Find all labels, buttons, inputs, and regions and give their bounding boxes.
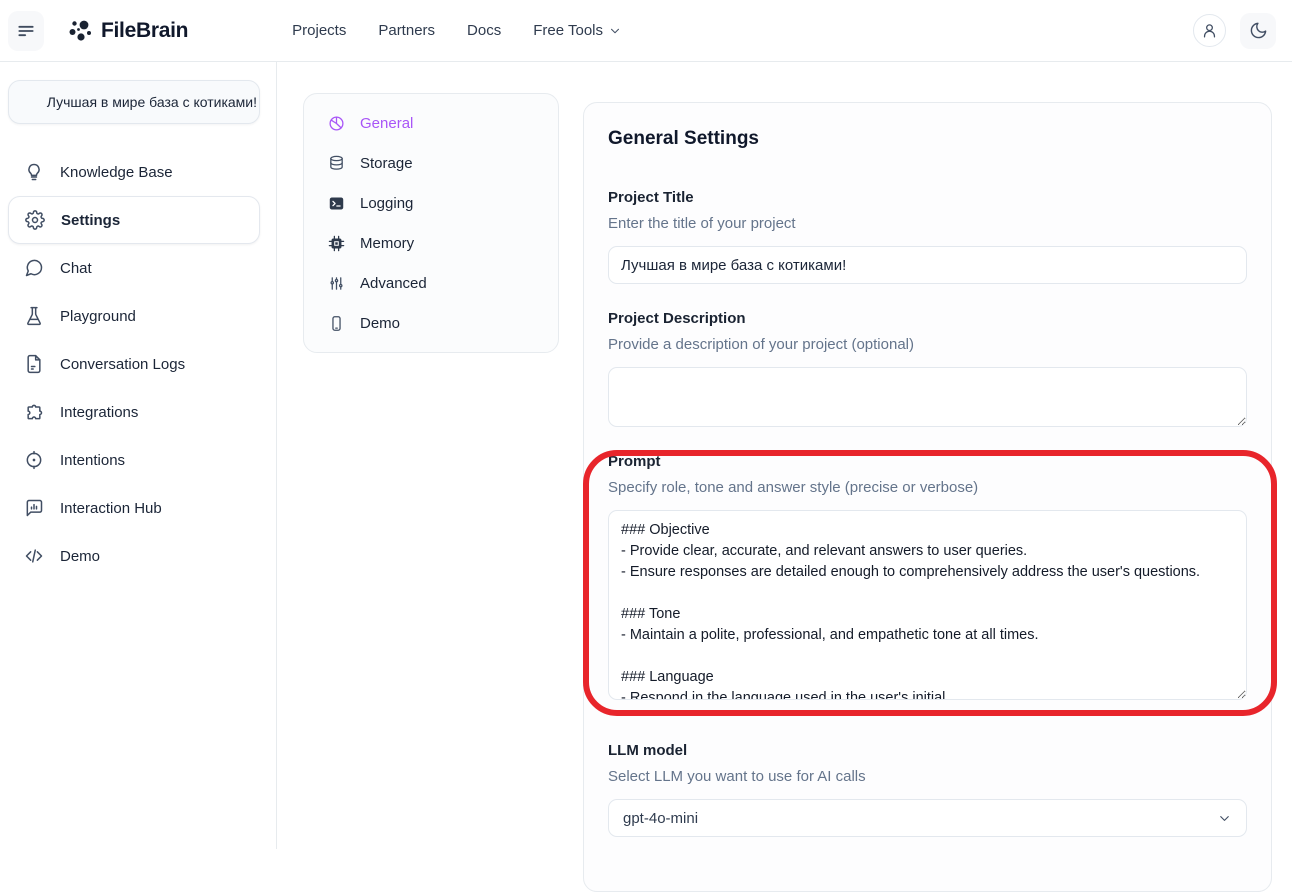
puzzle-icon	[24, 402, 44, 422]
nav-free-tools[interactable]: Free Tools	[533, 22, 622, 39]
settings-tab-general[interactable]: General	[304, 103, 558, 143]
sidebar-item-intentions[interactable]: Intentions	[8, 436, 260, 484]
user-account-button[interactable]	[1193, 14, 1226, 47]
sidebar-menu: Knowledge Base Settings Chat Playground	[0, 148, 276, 580]
chip-icon	[328, 235, 345, 252]
project-title-input[interactable]	[608, 246, 1247, 284]
sidebar: Лучшая в мире база с котиками! Knowledge…	[0, 62, 277, 849]
terminal-icon	[328, 195, 345, 212]
filebrain-logo-icon	[66, 17, 93, 44]
project-description-textarea[interactable]	[608, 367, 1247, 427]
project-title-group: Project Title Enter the title of your pr…	[608, 189, 1247, 284]
project-description-hint: Provide a description of your project (o…	[608, 335, 1247, 354]
project-description-label: Project Description	[608, 310, 1247, 328]
chevron-down-icon	[1217, 811, 1232, 826]
prompt-textarea[interactable]: ### Objective - Provide clear, accurate,…	[608, 510, 1247, 700]
sidebar-item-integrations[interactable]: Integrations	[8, 388, 260, 436]
settings-tab-demo[interactable]: Demo	[304, 303, 558, 343]
prompt-hint: Specify role, tone and answer style (pre…	[608, 478, 1247, 497]
nav-partners[interactable]: Partners	[378, 22, 435, 39]
llm-model-select[interactable]: gpt-4o-mini	[608, 799, 1247, 837]
sidebar-item-demo[interactable]: Demo	[8, 532, 260, 580]
sidebar-item-playground[interactable]: Playground	[8, 292, 260, 340]
settings-tab-logging[interactable]: Logging	[304, 183, 558, 223]
settings-subnav: General Storage Logging Memory	[303, 93, 559, 353]
flask-icon	[24, 306, 44, 326]
top-navigation: Projects Partners Docs Free Tools	[292, 22, 622, 39]
general-settings-panel: General Settings Project Title Enter the…	[583, 102, 1272, 892]
topbar: FileBrain Projects Partners Docs Free To…	[0, 0, 1292, 62]
sidebar-item-interaction-hub[interactable]: Interaction Hub	[8, 484, 260, 532]
menu-icon	[16, 21, 36, 41]
project-description-group: Project Description Provide a descriptio…	[608, 310, 1247, 427]
user-icon	[1201, 22, 1218, 39]
project-selector[interactable]: Лучшая в мире база с котиками!	[8, 80, 260, 124]
gear-icon	[25, 210, 45, 230]
llm-model-hint: Select LLM you want to use for AI calls	[608, 767, 1247, 786]
chart-bubble-icon	[24, 498, 44, 518]
chevron-down-icon	[608, 24, 622, 38]
chat-bubble-icon	[24, 258, 44, 278]
prompt-group: Prompt Specify role, tone and answer sty…	[608, 453, 1247, 700]
settings-tab-advanced[interactable]: Advanced	[304, 263, 558, 303]
project-title-hint: Enter the title of your project	[608, 214, 1247, 233]
settings-tab-storage[interactable]: Storage	[304, 143, 558, 183]
sidebar-item-knowledge-base[interactable]: Knowledge Base	[8, 148, 260, 196]
llm-model-selected-value: gpt-4o-mini	[623, 810, 698, 827]
moon-icon	[1249, 21, 1268, 40]
settings-tab-memory[interactable]: Memory	[304, 223, 558, 263]
smartphone-icon	[328, 315, 345, 332]
page-title: General Settings	[608, 127, 1247, 151]
nav-projects[interactable]: Projects	[292, 22, 346, 39]
prompt-label: Prompt	[608, 453, 1247, 471]
sidebar-item-conversation-logs[interactable]: Conversation Logs	[8, 340, 260, 388]
database-icon	[328, 155, 345, 172]
code-icon	[24, 546, 44, 566]
target-icon	[24, 450, 44, 470]
sidebar-item-settings[interactable]: Settings	[8, 196, 260, 244]
brand[interactable]: FileBrain	[66, 17, 188, 44]
aperture-icon	[328, 115, 345, 132]
sidebar-toggle-button[interactable]	[8, 11, 44, 51]
nav-docs[interactable]: Docs	[467, 22, 501, 39]
brand-name: FileBrain	[101, 19, 188, 43]
llm-model-label: LLM model	[608, 742, 1247, 760]
sidebar-item-chat[interactable]: Chat	[8, 244, 260, 292]
project-title-label: Project Title	[608, 189, 1247, 207]
lightbulb-icon	[24, 162, 44, 182]
document-icon	[24, 354, 44, 374]
dark-mode-toggle-button[interactable]	[1240, 13, 1276, 49]
llm-model-group: LLM model Select LLM you want to use for…	[608, 742, 1247, 837]
sliders-icon	[328, 275, 345, 292]
